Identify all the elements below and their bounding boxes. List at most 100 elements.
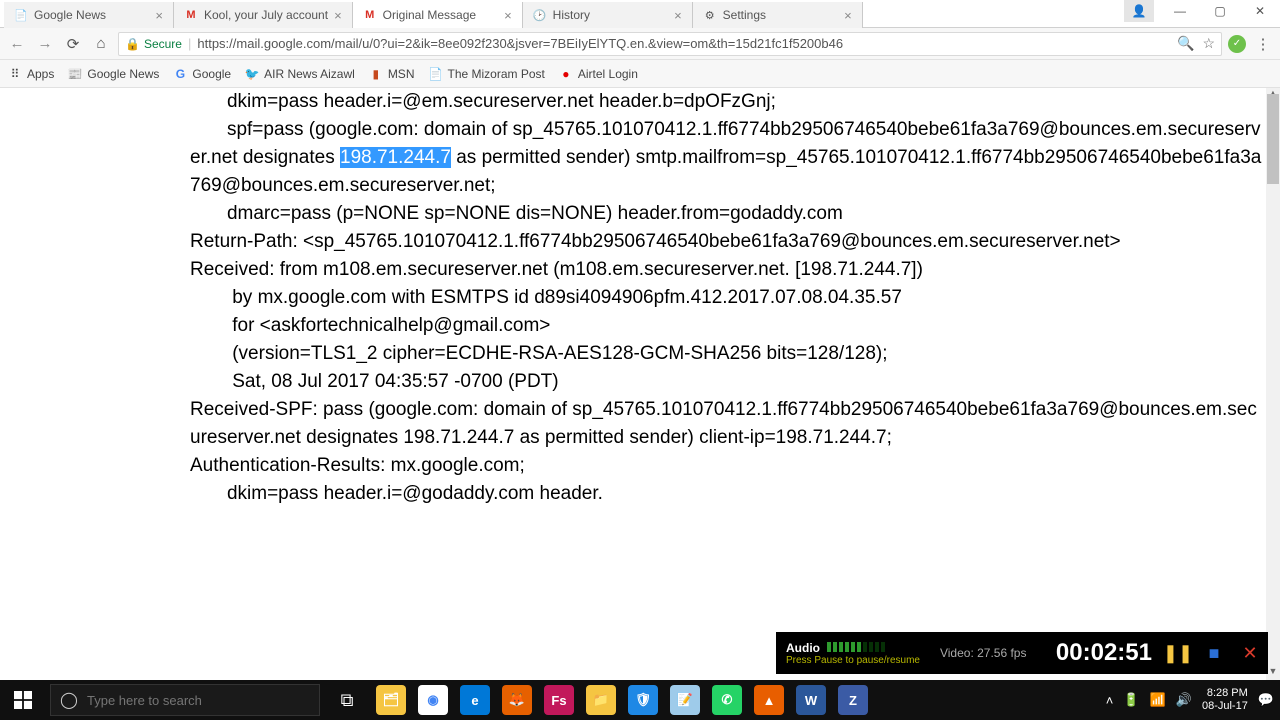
taskbar-app-z[interactable]: Z [832,680,874,720]
tab-google-news[interactable]: 📄 Google News × [4,2,174,28]
close-icon[interactable]: × [334,8,342,23]
video-fps-label: Video: 27.56 fps [940,646,1027,660]
scroll-thumb[interactable] [1267,94,1279,184]
stop-button[interactable]: ■ [1199,638,1229,668]
zoom-icon[interactable]: 🔍 [1177,35,1194,52]
tab-label: Original Message [383,8,498,22]
close-icon[interactable]: × [674,8,682,23]
close-recorder-button[interactable]: ✕ [1235,638,1265,668]
notifications-icon[interactable]: 💬 [1258,692,1274,708]
tray-battery-icon[interactable]: 🔋 [1123,692,1139,708]
close-icon[interactable]: × [504,8,512,23]
screen-recorder-overlay: Audio Press Pause to pause/resume Video:… [776,632,1268,674]
home-button[interactable]: ⌂ [90,33,112,55]
separator: | [188,36,191,51]
history-icon: 🕑 [533,8,547,22]
audio-label: Audio [786,641,820,655]
taskbar-app-firefox[interactable]: 🦊 [496,680,538,720]
close-icon[interactable]: × [155,8,163,23]
url-text: https://mail.google.com/mail/u/0?ui=2&ik… [197,36,1171,51]
start-button[interactable] [0,680,46,720]
bookmark-label: Apps [27,67,54,81]
task-view-button[interactable]: ⧉ [324,680,370,720]
taskbar-app-notepad[interactable]: 📝 [664,680,706,720]
system-tray: ˄ 🔋 📶 🔊 8:28 PM 08-Jul-17 💬 [1106,687,1280,713]
tab-original-message[interactable]: M Original Message × [353,2,523,28]
recorder-video: Video: 27.56 fps [930,643,1037,663]
recorder-audio: Audio Press Pause to pause/resume [776,638,930,669]
bookmark-label: The Mizoram Post [447,67,544,81]
bookmark-label: Airtel Login [578,67,638,81]
secure-label: Secure [144,37,182,51]
recorder-time: 00:02:51 [1048,639,1160,667]
bookmark-air-news[interactable]: 🐦 AIR News Aizawl [245,67,355,81]
gmail-icon: M [363,8,377,22]
audio-meter [827,642,885,652]
bookmark-msn[interactable]: ▮MSN [369,67,415,81]
bookmark-google-news[interactable]: 📰 Google News [68,67,159,81]
omnibox-actions: 🔍 ☆ [1177,35,1215,52]
taskbar-app-whatsapp[interactable]: ✆ [706,680,748,720]
windows-taskbar: ◯ ⧉ 🗂 ◉ e 🦊 Fs 📁 🛡 📝 ✆ ▲ W Z ˄ 🔋 📶 🔊 8:2… [0,680,1280,720]
close-window-button[interactable]: ✕ [1240,0,1280,22]
tab-label: History [553,8,668,22]
taskbar-search[interactable]: ◯ [50,684,320,716]
tray-wifi-icon[interactable]: 📶 [1150,692,1166,708]
taskbar-app-explorer[interactable]: 🗂 [370,680,412,720]
extension-icon[interactable]: ✓ [1228,35,1246,53]
tray-volume-icon[interactable]: 🔊 [1176,692,1192,708]
maximize-button[interactable]: ▢ [1200,0,1240,22]
address-bar: ← → ⟳ ⌂ 🔒 Secure | https://mail.google.c… [0,28,1280,60]
tray-time: 8:28 PM [1202,687,1248,700]
taskbar-app-chrome[interactable]: ◉ [412,680,454,720]
gear-icon: ⚙ [703,8,717,22]
recorder-hint: Press Pause to pause/resume [786,655,920,666]
close-icon[interactable]: × [844,8,852,23]
cortana-icon: ◯ [51,690,87,710]
taskbar-app-folder[interactable]: 📁 [580,680,622,720]
tab-history[interactable]: 🕑 History × [523,2,693,28]
reload-button[interactable]: ⟳ [62,33,84,55]
page-icon: 📄 [14,8,28,22]
menu-button[interactable]: ⋮ [1252,33,1274,55]
tab-label: Kool, your July account [204,8,328,22]
taskbar-app-shield[interactable]: 🛡 [622,680,664,720]
bookmark-airtel[interactable]: ● Airtel Login [559,67,638,81]
vertical-scrollbar[interactable]: ▲ ▼ [1266,88,1280,680]
star-icon[interactable]: ☆ [1202,35,1215,52]
omnibox[interactable]: 🔒 Secure | https://mail.google.com/mail/… [118,32,1222,56]
selected-ip: 198.71.244.7 [340,147,451,168]
taskbar-app-word[interactable]: W [790,680,832,720]
taskbar-app-vlc[interactable]: ▲ [748,680,790,720]
news-icon: 📰 [68,67,82,81]
tab-strip: 📄 Google News × M Kool, your July accoun… [0,0,1124,27]
tray-clock[interactable]: 8:28 PM 08-Jul-17 [1202,687,1248,713]
bookmark-label: MSN [388,67,415,81]
forward-button: → [34,33,56,55]
bookmark-label: Google News [87,67,159,81]
apps-icon: ⠿ [8,67,22,81]
minimize-button[interactable]: ― [1160,0,1200,22]
bookmark-label: AIR News Aizawl [264,67,355,81]
tab-gmail-kool[interactable]: M Kool, your July account × [174,2,353,28]
bookmark-apps[interactable]: ⠿ Apps [8,67,54,81]
tab-settings[interactable]: ⚙ Settings × [693,2,863,28]
pause-button[interactable]: ❚❚ [1163,638,1193,668]
browser-titlebar: 📄 Google News × M Kool, your July accoun… [0,0,1280,28]
raw-email-headers[interactable]: dkim=pass header.i=@em.secureserver.net … [0,88,1266,508]
profile-button[interactable]: 👤 [1124,0,1154,22]
airtel-icon: ● [559,67,573,81]
back-button[interactable]: ← [6,33,28,55]
page-icon: 📄 [428,67,442,81]
tray-chevron-icon[interactable]: ˄ [1106,693,1114,708]
twitter-icon: 🐦 [245,67,259,81]
search-input[interactable] [87,693,319,708]
tab-label: Google News [34,8,149,22]
bookmark-mizoram-post[interactable]: 📄 The Mizoram Post [428,67,544,81]
taskbar-app-fs[interactable]: Fs [538,680,580,720]
bookmarks-bar: ⠿ Apps 📰 Google News GGoogle 🐦 AIR News Aiz… [0,60,1280,88]
taskbar-app-edge[interactable]: e [454,680,496,720]
scroll-down-icon[interactable]: ▼ [1266,666,1280,680]
bookmark-google[interactable]: GGoogle [173,67,231,81]
header-text-post: as permitted sender) smtp.mailfrom=sp_45… [190,147,1261,504]
